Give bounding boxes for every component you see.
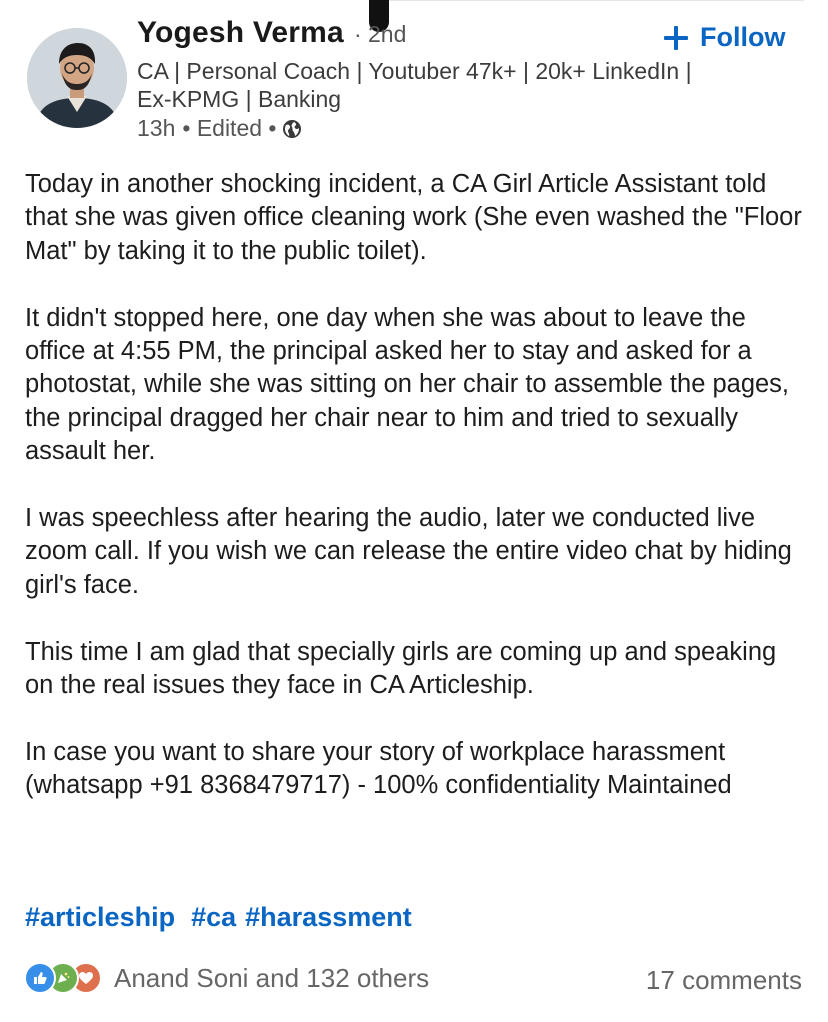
edited-label: • Edited •: [182, 115, 277, 141]
author-name[interactable]: Yogesh Verma: [137, 16, 344, 50]
hashtag-articleship[interactable]: #articleship: [25, 902, 175, 932]
top-divider: [380, 0, 804, 1]
post-meta: 13h • Edited •: [137, 115, 302, 142]
plus-icon: [664, 25, 688, 50]
author-headline: CA | Personal Coach | Youtuber 47k+ | 20…: [137, 58, 692, 112]
hashtags: #articleship #ca #harassment: [25, 902, 412, 933]
author-name-row: Yogesh Verma · 2nd: [137, 16, 406, 50]
post-paragraph: This time I am glad that specially girls…: [25, 637, 777, 700]
post-paragraph: It didn't stopped here, one day when she…: [25, 303, 790, 466]
post-paragraph: In case you want to share your story of …: [25, 737, 732, 800]
comments-count[interactable]: 17 comments: [646, 965, 802, 996]
connection-degree: · 2nd: [353, 21, 407, 47]
post-paragraph: I was speechless after hearing the audio…: [25, 504, 792, 599]
follow-label: Follow: [700, 22, 786, 52]
reactions-summary[interactable]: Anand Soni and 132 others: [24, 962, 429, 994]
post-body: Today in another shocking incident, a CA…: [25, 168, 810, 836]
avatar[interactable]: [27, 28, 127, 128]
post-paragraph: Today in another shocking incident, a CA…: [25, 170, 802, 265]
profile-photo: [27, 28, 127, 128]
hashtag-harassment[interactable]: #harassment: [245, 902, 412, 932]
reactions-text: Anand Soni and 132 others: [114, 962, 430, 993]
follow-button[interactable]: Follow: [662, 22, 785, 53]
post-time: 13h: [137, 115, 176, 141]
hashtag-ca[interactable]: #ca: [191, 902, 236, 932]
globe-icon: [283, 119, 302, 138]
like-icon: [24, 962, 56, 994]
